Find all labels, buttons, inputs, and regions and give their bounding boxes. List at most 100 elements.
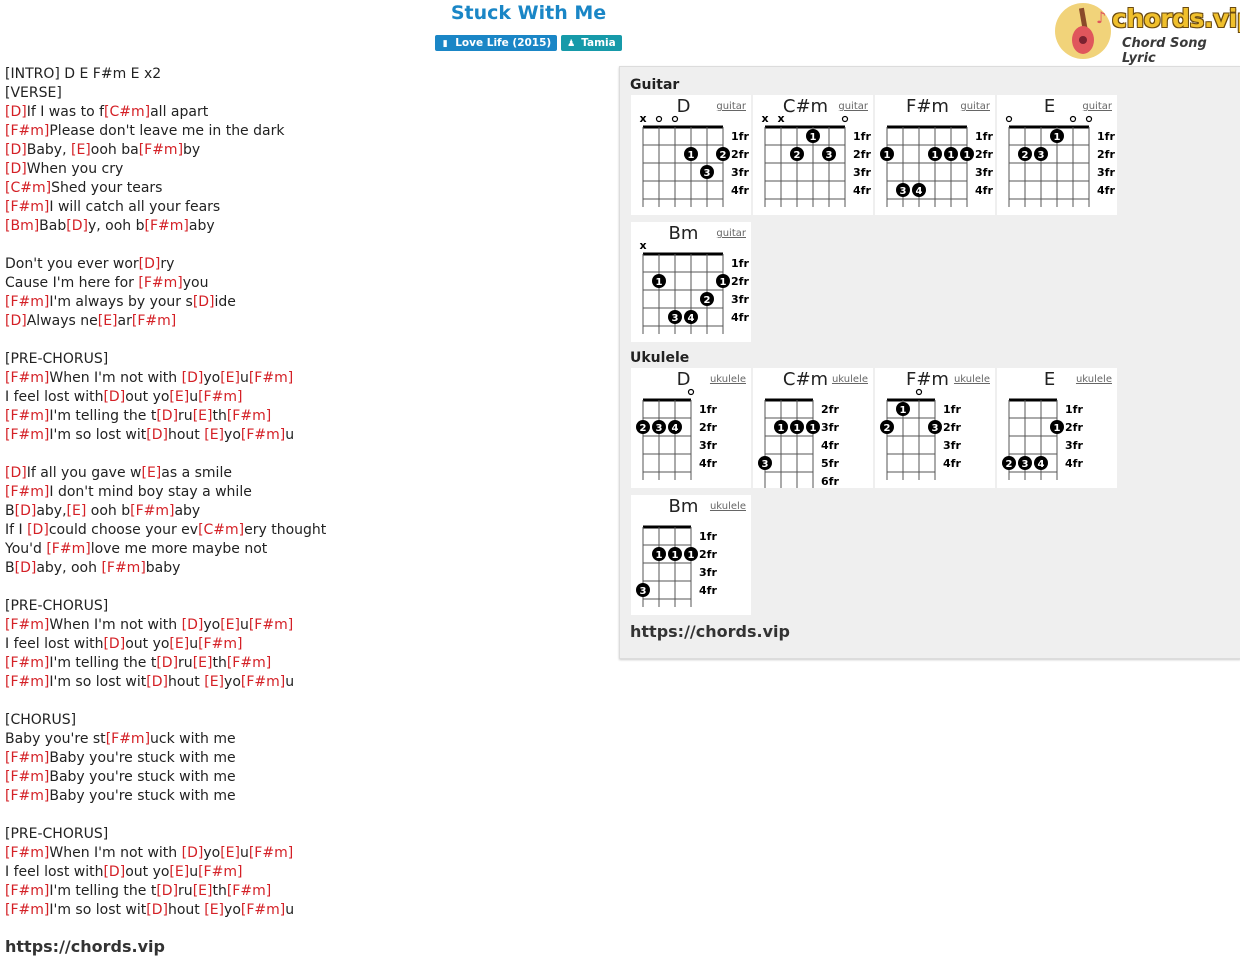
chord-link[interactable]: [F#m] bbox=[249, 845, 293, 861]
chord-link[interactable]: [C#m] bbox=[198, 522, 244, 538]
chord-link[interactable]: [F#m] bbox=[139, 142, 183, 158]
chord-link[interactable]: [D] bbox=[5, 465, 27, 481]
chord-link[interactable]: [E] bbox=[193, 408, 213, 424]
chord-link[interactable]: [F#m] bbox=[101, 560, 145, 576]
chord-link[interactable]: [F#m] bbox=[5, 750, 49, 766]
chord-link[interactable]: [F#m] bbox=[106, 731, 150, 747]
chord-link[interactable]: [D] bbox=[103, 389, 125, 405]
chord-link[interactable]: [F#m] bbox=[249, 617, 293, 633]
chord-link[interactable]: [E] bbox=[141, 465, 161, 481]
chord-link[interactable]: [D] bbox=[146, 427, 168, 443]
chord-link[interactable]: [E] bbox=[220, 845, 240, 861]
chord-card-d-guitar[interactable]: Dguitar 1fr 2fr 3fr 4fr x 1 2 3 bbox=[631, 95, 751, 215]
chord-link[interactable]: [D] bbox=[182, 617, 204, 633]
chord-link[interactable]: [D] bbox=[103, 636, 125, 652]
chord-link[interactable]: [F#m] bbox=[249, 370, 293, 386]
chord-link[interactable]: [D] bbox=[5, 104, 27, 120]
chord-card-e-guitar[interactable]: Eguitar 1fr 2fr 3fr 4fr 1 2 3 bbox=[997, 95, 1117, 215]
chord-link[interactable]: [E] bbox=[193, 655, 213, 671]
chord-link[interactable]: [F#m] bbox=[5, 123, 49, 139]
chord-link[interactable]: [D] bbox=[103, 864, 125, 880]
chord-link[interactable]: [F#m] bbox=[5, 769, 49, 785]
chord-link[interactable]: [D] bbox=[5, 142, 27, 158]
chord-link[interactable]: [F#m] bbox=[227, 883, 271, 899]
chord-card-csharpm-ukulele[interactable]: C#m ukulele 2fr 3fr 4fr 5fr 6fr 1 1 1 3 bbox=[753, 368, 873, 488]
chord-link[interactable]: [D] bbox=[156, 408, 178, 424]
finger-number: 4 bbox=[916, 186, 923, 197]
chord-link[interactable]: [E] bbox=[204, 427, 224, 443]
panel-url[interactable]: https://chords.vip bbox=[630, 622, 790, 641]
chord-link[interactable]: [F#m] bbox=[5, 199, 49, 215]
chord-link[interactable]: [D] bbox=[146, 902, 168, 918]
chord-link[interactable]: [E] bbox=[193, 883, 213, 899]
chord-link[interactable]: [F#m] bbox=[132, 313, 176, 329]
chord-link[interactable]: [E] bbox=[204, 902, 224, 918]
chord-link[interactable]: [F#m] bbox=[198, 636, 242, 652]
chord-link[interactable]: [Bm] bbox=[5, 218, 39, 234]
album-tag[interactable]: ▮ Love Life (2015) bbox=[435, 35, 558, 51]
chord-link[interactable]: [E] bbox=[220, 370, 240, 386]
chord-link[interactable]: [F#m] bbox=[5, 655, 49, 671]
site-logo[interactable]: ♪ chords.vip Chord Song Lyric bbox=[1052, 0, 1240, 66]
chord-link[interactable]: [F#m] bbox=[5, 427, 49, 443]
chord-link[interactable]: [F#m] bbox=[5, 370, 49, 386]
lyric-line: I feel lost with[D]out yo[E]u[F#m] bbox=[5, 863, 605, 882]
chord-link[interactable]: [C#m] bbox=[5, 180, 51, 196]
chord-card-fsharpm-ukulele[interactable]: F#m ukulele 1fr 2fr 3fr 4fr 1 2 3 bbox=[875, 368, 995, 488]
chord-card-e-ukulele[interactable]: Eukulele 1fr 2fr 3fr 4fr 1 2 3 4 bbox=[997, 368, 1117, 488]
chord-link[interactable]: [F#m] bbox=[46, 541, 90, 557]
chord-link[interactable]: [E] bbox=[220, 617, 240, 633]
chord-link[interactable]: [E] bbox=[67, 503, 87, 519]
chord-link[interactable]: [D] bbox=[15, 560, 37, 576]
finger-number: 3 bbox=[656, 423, 663, 434]
chord-link[interactable]: [D] bbox=[182, 370, 204, 386]
chord-link[interactable]: [E] bbox=[169, 389, 189, 405]
chord-link[interactable]: [E] bbox=[204, 674, 224, 690]
chord-card-csharpm-guitar[interactable]: C#m guitar 1fr 2fr 3fr 4fr x x 1 2 3 bbox=[753, 95, 873, 215]
chord-link[interactable]: [C#m] bbox=[104, 104, 150, 120]
lyric-text: yo bbox=[224, 674, 241, 690]
chord-link[interactable]: [D] bbox=[139, 256, 161, 272]
chord-link[interactable]: [E] bbox=[98, 313, 118, 329]
chord-link[interactable]: [F#m] bbox=[5, 674, 49, 690]
chord-link[interactable]: [D] bbox=[5, 161, 27, 177]
chord-link[interactable]: [D] bbox=[156, 883, 178, 899]
artist-tag[interactable]: ♟ Tamia bbox=[561, 35, 622, 51]
chord-card-d-ukulele[interactable]: Dukulele 1fr 2fr 3fr 4fr 2 3 4 bbox=[631, 368, 751, 488]
chord-link[interactable]: [D] bbox=[5, 313, 27, 329]
chord-link[interactable]: [D] bbox=[15, 503, 37, 519]
chord-diagram: 1fr2fr3fr4frx1 123 4 bbox=[639, 239, 749, 334]
chord-link[interactable]: [F#m] bbox=[5, 788, 49, 804]
chord-link[interactable]: [F#m] bbox=[138, 275, 182, 291]
chord-link[interactable]: [F#m] bbox=[198, 389, 242, 405]
chord-card-fsharpm-guitar[interactable]: F#m guitar 1fr 2fr 3fr 4fr 1 1 1 1 3 4 bbox=[875, 95, 995, 215]
chord-link[interactable]: [F#m] bbox=[198, 864, 242, 880]
chord-link[interactable]: [E] bbox=[169, 636, 189, 652]
chord-link[interactable]: [F#m] bbox=[145, 218, 189, 234]
chord-link[interactable]: [F#m] bbox=[5, 294, 49, 310]
chord-link[interactable]: [F#m] bbox=[5, 484, 49, 500]
chord-link[interactable]: [D] bbox=[156, 655, 178, 671]
chord-link[interactable]: [E] bbox=[169, 864, 189, 880]
chord-link[interactable]: [F#m] bbox=[130, 503, 174, 519]
chord-link[interactable]: [F#m] bbox=[241, 674, 285, 690]
chord-link[interactable]: [D] bbox=[146, 674, 168, 690]
chord-link[interactable]: [F#m] bbox=[5, 883, 49, 899]
chord-link[interactable]: [F#m] bbox=[5, 617, 49, 633]
footer-url[interactable]: https://chords.vip bbox=[5, 937, 165, 956]
chord-card-bm-ukulele[interactable]: Bm ukulele 1fr 2fr 3fr 4fr 1 1 1 3 bbox=[631, 495, 751, 615]
chord-link[interactable]: [F#m] bbox=[241, 427, 285, 443]
chord-link[interactable]: [F#m] bbox=[5, 902, 49, 918]
chord-link[interactable]: [F#m] bbox=[241, 902, 285, 918]
song-title-text[interactable]: Stuck With Me bbox=[451, 2, 606, 24]
chord-link[interactable]: [F#m] bbox=[227, 655, 271, 671]
chord-link[interactable]: [F#m] bbox=[5, 408, 49, 424]
chord-link[interactable]: [D] bbox=[193, 294, 215, 310]
chord-card-bm-guitar[interactable]: Bm guitar 1fr 2fr 3fr 4fr x 1 1 2 3 4 bbox=[631, 222, 751, 342]
chord-link[interactable]: [E] bbox=[71, 142, 91, 158]
chord-link[interactable]: [D] bbox=[27, 522, 49, 538]
chord-link[interactable]: [F#m] bbox=[227, 408, 271, 424]
chord-link[interactable]: [D] bbox=[182, 845, 204, 861]
chord-link[interactable]: [D] bbox=[66, 218, 88, 234]
chord-link[interactable]: [F#m] bbox=[5, 845, 49, 861]
